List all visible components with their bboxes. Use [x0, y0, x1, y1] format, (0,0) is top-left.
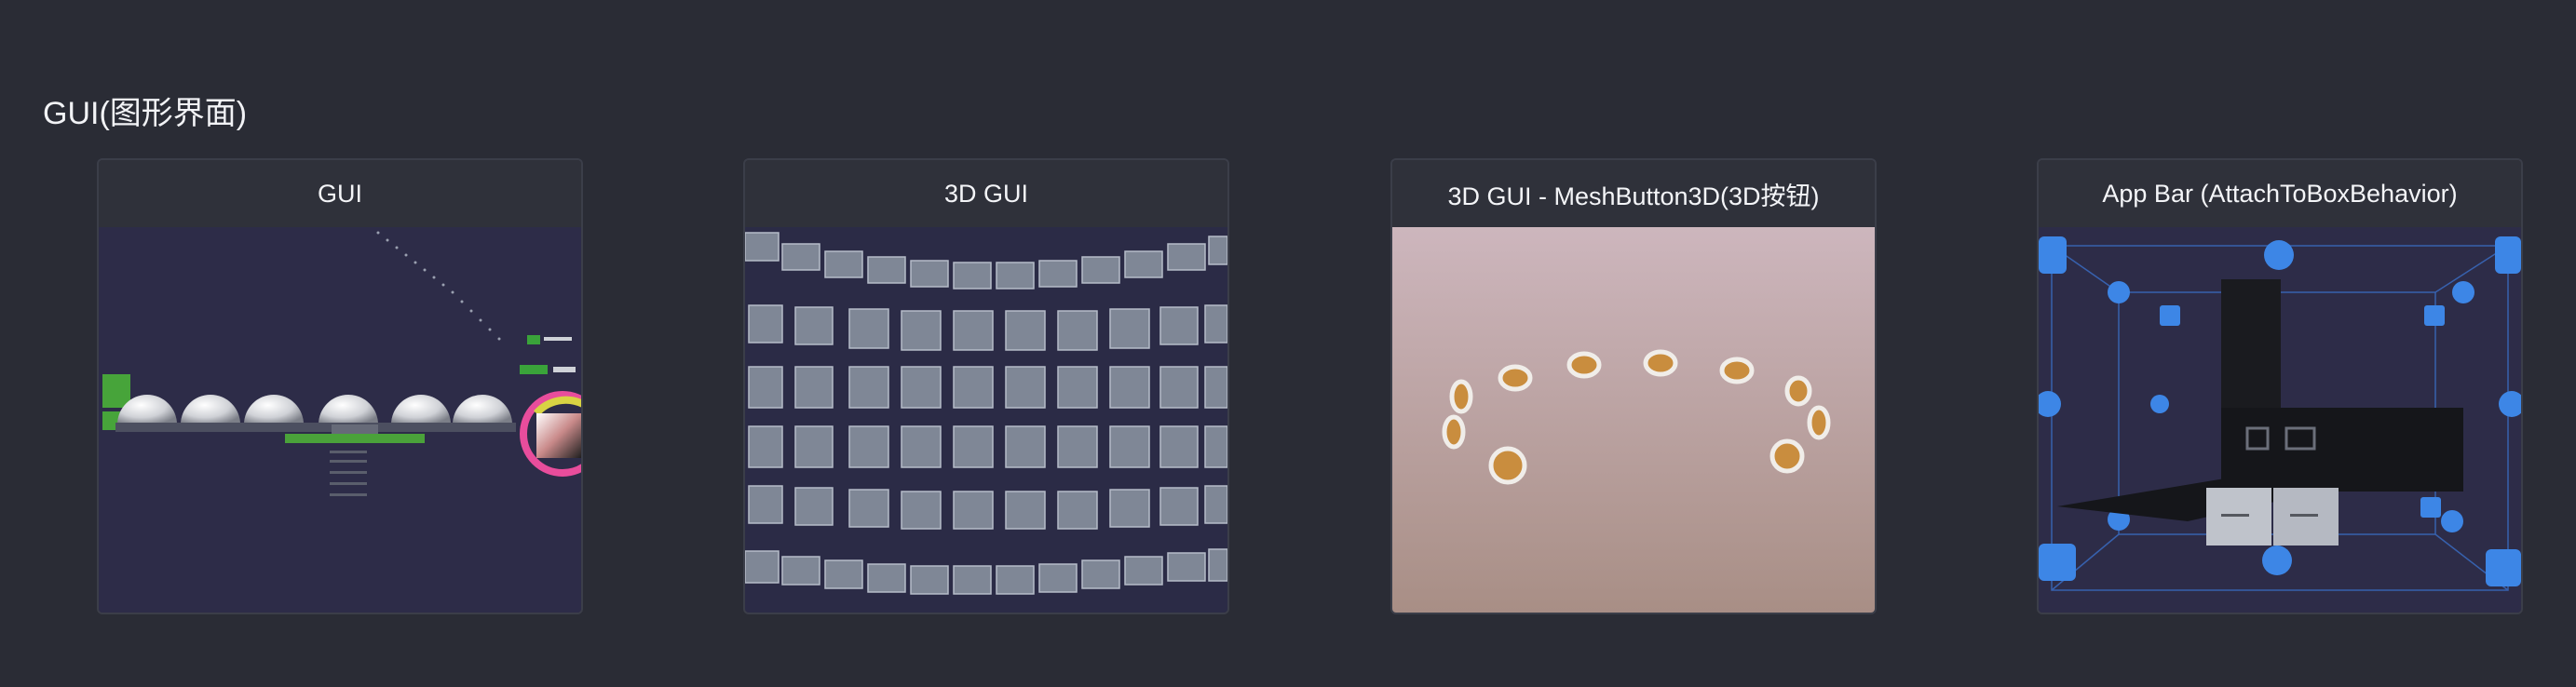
- card-title: GUI: [99, 160, 581, 228]
- card-thumbnail-3d-gui: [745, 227, 1227, 613]
- card-title: App Bar (AttachToBoxBehavior): [2039, 160, 2521, 228]
- section-title: GUI(图形界面): [43, 96, 248, 131]
- card-title: 3D GUI - MeshButton3D(3D按钮): [1392, 160, 1875, 228]
- sample-card-3d-gui[interactable]: 3D GUI: [743, 158, 1229, 614]
- card-thumbnail-app-bar: [2039, 227, 2521, 613]
- card-title: 3D GUI: [745, 160, 1227, 228]
- card-thumbnail-meshbutton3d: [1392, 227, 1875, 613]
- sample-card-gui[interactable]: GUI: [97, 158, 583, 614]
- card-thumbnail-gui: [99, 227, 581, 613]
- sample-card-meshbutton3d[interactable]: 3D GUI - MeshButton3D(3D按钮): [1390, 158, 1877, 614]
- sample-card-app-bar[interactable]: App Bar (AttachToBoxBehavior): [2037, 158, 2523, 614]
